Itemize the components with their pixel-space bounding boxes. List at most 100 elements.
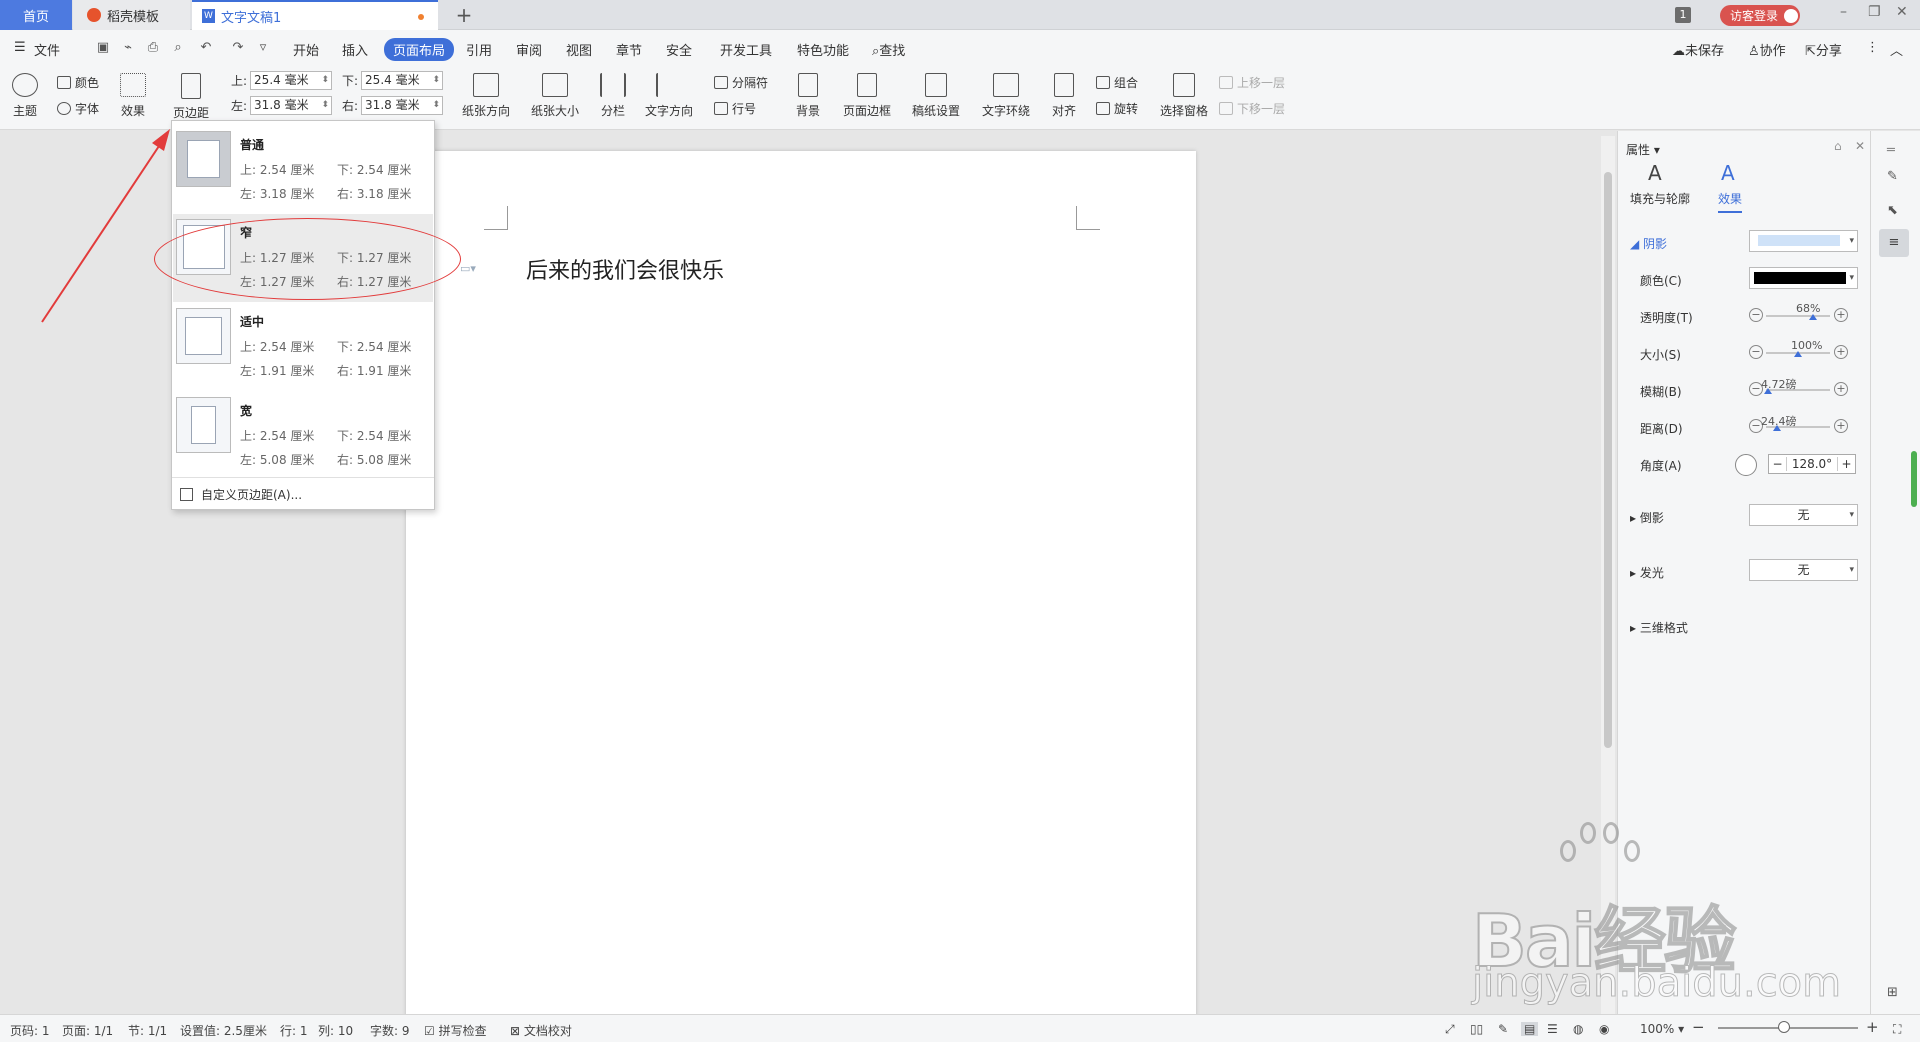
- print-icon[interactable]: ⎙: [145, 40, 161, 56]
- menu-insert[interactable]: 插入: [342, 40, 368, 59]
- document-page[interactable]: [406, 151, 1196, 1021]
- new-tab-button[interactable]: +: [452, 0, 476, 30]
- increase-icon[interactable]: +: [1834, 382, 1848, 396]
- menu-file[interactable]: 文件: [34, 40, 60, 59]
- angle-stepper[interactable]: −128.0° +: [1768, 454, 1856, 474]
- margin-bottom-input[interactable]: 25.4 毫米: [361, 71, 444, 90]
- theme-button[interactable]: 主题: [12, 73, 38, 119]
- fullscreen-icon[interactable]: ⤢: [1445, 1022, 1455, 1037]
- status-row[interactable]: 行: 1: [280, 1022, 308, 1039]
- align-button[interactable]: 对齐: [1052, 73, 1076, 119]
- font-button[interactable]: 字体: [57, 100, 99, 117]
- menu-features[interactable]: 特色功能: [797, 40, 849, 59]
- share-button[interactable]: ⇱分享: [1805, 40, 1842, 59]
- margin-option-wide[interactable]: 宽 上: 2.54 厘米 下: 2.54 厘米 左: 5.08 厘米 右: 5.…: [173, 392, 433, 480]
- margin-right-field[interactable]: 右: 31.8 毫米: [342, 96, 444, 115]
- shadow-section-toggle[interactable]: ◢ 阴影: [1630, 235, 1667, 252]
- slider-knob[interactable]: [1809, 314, 1817, 320]
- distance-slider[interactable]: −24.4磅 +: [1749, 413, 1849, 435]
- angle-increase-button[interactable]: +: [1837, 457, 1855, 471]
- angle-decrease-button[interactable]: −: [1769, 457, 1787, 471]
- zoom-in-button[interactable]: +: [1866, 1018, 1879, 1036]
- margin-option-moderate[interactable]: 适中 上: 2.54 厘米 下: 2.54 厘米 左: 1.91 厘米 右: 1…: [173, 303, 433, 391]
- slider-knob[interactable]: [1794, 351, 1802, 357]
- tab-home[interactable]: 首页: [0, 0, 72, 30]
- menu-security[interactable]: 安全: [666, 40, 692, 59]
- send-backward-button[interactable]: 下移一层: [1219, 100, 1285, 117]
- increase-icon[interactable]: +: [1834, 345, 1848, 359]
- menu-search[interactable]: ⌕查找: [872, 40, 905, 59]
- shadow-preset-select[interactable]: [1749, 230, 1858, 252]
- menu-dev-tools[interactable]: 开发工具: [720, 40, 772, 59]
- status-words[interactable]: 字数: 9: [370, 1022, 410, 1039]
- menu-reference[interactable]: 引用: [466, 40, 492, 59]
- lock-icon[interactable]: ⌂: [1834, 139, 1842, 153]
- status-page-number[interactable]: 页码: 1: [10, 1022, 50, 1039]
- login-button[interactable]: 访客登录: [1720, 5, 1800, 26]
- background-button[interactable]: 背景: [796, 73, 820, 119]
- reflection-section-toggle[interactable]: ▸ 倒影: [1630, 509, 1664, 526]
- tab-fill-outline[interactable]: 填充与轮廓: [1630, 190, 1690, 207]
- slider-knob[interactable]: [1773, 425, 1781, 431]
- decrease-icon[interactable]: −: [1749, 308, 1763, 322]
- slider-knob[interactable]: [1764, 388, 1772, 394]
- collab-button[interactable]: ♙协作: [1748, 40, 1786, 59]
- selection-pane-button[interactable]: 选择窗格: [1160, 73, 1208, 119]
- cursor-icon[interactable]: ⬉: [1887, 203, 1898, 218]
- web-view-icon[interactable]: ◍: [1573, 1022, 1583, 1036]
- margin-top-input[interactable]: 25.4 毫米: [250, 71, 333, 90]
- shadow-color-select[interactable]: [1749, 267, 1858, 289]
- pen-mode-icon[interactable]: ✎: [1498, 1022, 1508, 1036]
- window-count-badge[interactable]: 1: [1675, 7, 1691, 23]
- size-slider[interactable]: −100% +: [1749, 339, 1849, 361]
- status-col[interactable]: 列: 10: [318, 1022, 353, 1039]
- blur-slider[interactable]: −4.72磅 +: [1749, 376, 1849, 398]
- outline-view-icon[interactable]: ☰: [1547, 1022, 1558, 1036]
- pen-icon[interactable]: ✎: [1887, 169, 1898, 184]
- effect-button[interactable]: 效果: [120, 73, 146, 119]
- orientation-button[interactable]: 纸张方向: [462, 73, 510, 119]
- zoom-out-button[interactable]: −: [1692, 1018, 1705, 1036]
- tab-effect[interactable]: 效果: [1718, 190, 1743, 213]
- restore-button[interactable]: ❐: [1868, 4, 1881, 20]
- scrollbar-thumb[interactable]: [1604, 172, 1612, 748]
- separator-button[interactable]: 分隔符: [714, 74, 768, 91]
- tab-template[interactable]: 稻壳模板: [73, 0, 190, 30]
- margin-bottom-field[interactable]: 下: 25.4 毫米: [342, 71, 444, 90]
- spell-check-button[interactable]: ☑ 拼写检查: [424, 1022, 487, 1039]
- margin-option-normal[interactable]: 普通 上: 2.54 厘米 下: 2.54 厘米 左: 3.18 厘米 右: 3…: [173, 126, 433, 214]
- group-button[interactable]: 组合: [1096, 74, 1138, 91]
- 3d-format-section-toggle[interactable]: ▸ 三维格式: [1630, 619, 1688, 636]
- minimize-button[interactable]: –: [1840, 4, 1847, 20]
- print-preview-icon[interactable]: ⌕: [170, 40, 186, 56]
- tab-document[interactable]: W 文字文稿1: [192, 0, 438, 30]
- menu-section[interactable]: 章节: [616, 40, 642, 59]
- menu-review[interactable]: 审阅: [516, 40, 542, 59]
- redo-icon[interactable]: ↷: [230, 40, 246, 56]
- reflection-select[interactable]: 无: [1749, 504, 1858, 526]
- columns-button[interactable]: 分栏: [600, 73, 626, 119]
- menu-view[interactable]: 视图: [566, 40, 592, 59]
- increase-icon[interactable]: +: [1834, 419, 1848, 433]
- document-body-text[interactable]: 后来的我们会很快乐: [526, 253, 724, 285]
- fit-window-icon[interactable]: ⛶: [1893, 1022, 1901, 1037]
- custom-margin-item[interactable]: 自定义页边距(A)...: [180, 486, 302, 503]
- angle-dial-icon[interactable]: [1735, 454, 1757, 476]
- page-border-button[interactable]: 页面边框: [843, 73, 891, 119]
- color-button[interactable]: 颜色: [57, 74, 99, 91]
- margin-button[interactable]: 页边距: [173, 73, 209, 121]
- collapse-sidebar-icon[interactable]: ═: [1887, 143, 1895, 158]
- page-view-icon[interactable]: ▤: [1521, 1022, 1539, 1036]
- glow-select[interactable]: 无: [1749, 559, 1858, 581]
- undo-icon[interactable]: ↶: [198, 40, 214, 56]
- margin-left-input[interactable]: 31.8 毫米: [250, 96, 333, 115]
- cloud-unsaved-button[interactable]: ☁未保存: [1672, 40, 1724, 59]
- bring-forward-button[interactable]: 上移一层: [1219, 74, 1285, 91]
- more-icon[interactable]: ⋮: [1866, 40, 1879, 55]
- status-setting[interactable]: 设置值: 2.5厘米: [180, 1022, 267, 1039]
- status-section[interactable]: 节: 1/1: [128, 1022, 167, 1039]
- reading-mode-icon[interactable]: ▯▯: [1470, 1022, 1483, 1036]
- save-icon[interactable]: ▣: [95, 40, 111, 56]
- panel-title[interactable]: 属性 ▾: [1626, 141, 1660, 158]
- glow-section-toggle[interactable]: ▸ 发光: [1630, 564, 1664, 581]
